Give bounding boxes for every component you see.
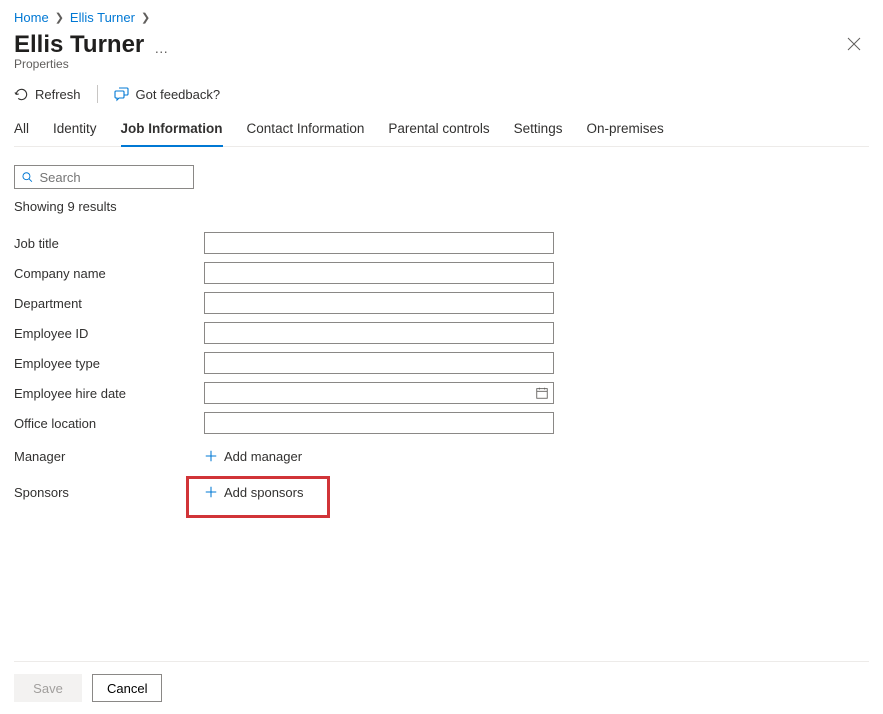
cancel-button[interactable]: Cancel [92,674,162,702]
employee-id-input[interactable] [204,322,554,344]
company-name-label: Company name [14,266,204,281]
command-divider [97,85,98,103]
add-sponsors-button[interactable]: Add sponsors [204,485,554,500]
add-sponsors-label: Add sponsors [224,485,304,500]
close-button[interactable] [843,33,865,58]
results-count: Showing 9 results [14,199,869,214]
office-location-input[interactable] [204,412,554,434]
close-icon [847,37,861,51]
employee-hire-date-label: Employee hire date [14,386,204,401]
refresh-button[interactable]: Refresh [14,87,81,102]
employee-type-input[interactable] [204,352,554,374]
refresh-label: Refresh [35,87,81,102]
manager-label: Manager [14,449,204,464]
refresh-icon [14,87,29,102]
tab-settings[interactable]: Settings [514,113,563,146]
feedback-icon [114,86,130,102]
search-input[interactable] [39,170,187,185]
breadcrumb: Home ❯ Ellis Turner ❯ [14,8,869,31]
tab-identity[interactable]: Identity [53,113,97,146]
page-title: Ellis Turner [14,31,144,59]
company-name-input[interactable] [204,262,554,284]
breadcrumb-current[interactable]: Ellis Turner [70,10,135,25]
footer-bar: Save Cancel [14,661,869,714]
search-box[interactable] [14,165,194,189]
job-title-input[interactable] [204,232,554,254]
feedback-label: Got feedback? [136,87,221,102]
tab-bar: All Identity Job Information Contact Inf… [14,113,869,147]
office-location-label: Office location [14,416,204,431]
tab-job-information[interactable]: Job Information [121,113,223,146]
job-title-label: Job title [14,236,204,251]
more-actions-button[interactable]: … [154,34,169,56]
tab-all[interactable]: All [14,113,29,146]
employee-id-label: Employee ID [14,326,204,341]
chevron-right-icon: ❯ [141,11,150,24]
employee-hire-date-input[interactable] [204,382,554,404]
sponsors-label: Sponsors [14,485,204,500]
search-icon [21,170,33,184]
tab-contact-information[interactable]: Contact Information [247,113,365,146]
tab-parental-controls[interactable]: Parental controls [388,113,489,146]
plus-icon [204,449,218,463]
calendar-icon [535,386,549,400]
add-manager-button[interactable]: Add manager [204,449,554,464]
breadcrumb-home[interactable]: Home [14,10,49,25]
plus-icon [204,485,218,499]
feedback-button[interactable]: Got feedback? [114,86,221,102]
chevron-right-icon: ❯ [55,11,64,24]
command-bar: Refresh Got feedback? [14,85,869,111]
employee-type-label: Employee type [14,356,204,371]
job-info-form: Job title Company name Department Employ… [14,228,869,510]
department-input[interactable] [204,292,554,314]
department-label: Department [14,296,204,311]
save-button[interactable]: Save [14,674,82,702]
add-manager-label: Add manager [224,449,302,464]
tab-on-premises[interactable]: On-premises [586,113,663,146]
page-subtitle: Properties [14,57,869,71]
